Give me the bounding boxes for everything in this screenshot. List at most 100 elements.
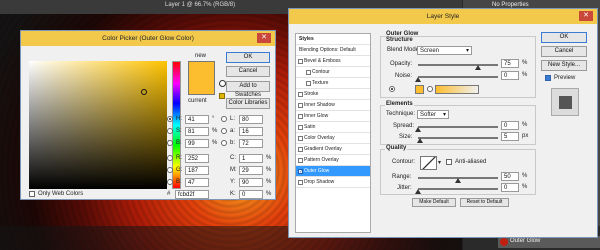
- range-slider-thumb[interactable]: [455, 178, 461, 183]
- reset-to-default-button[interactable]: Reset to Default: [460, 198, 509, 207]
- opacity-input[interactable]: 75: [501, 59, 519, 68]
- new-style-button[interactable]: New Style...: [541, 60, 587, 71]
- radio-r[interactable]: [167, 155, 173, 161]
- web-safe-cube-icon[interactable]: [219, 93, 225, 99]
- contour-dropdown-icon[interactable]: ▾: [438, 159, 441, 166]
- style-row[interactable]: Gradient Overlay: [296, 144, 370, 155]
- radio-h[interactable]: [167, 116, 173, 122]
- blue-input[interactable]: 47: [185, 178, 209, 187]
- style-row-label: Texture: [312, 80, 329, 86]
- lab-b-input[interactable]: 72: [239, 139, 263, 148]
- solid-color-radio[interactable]: [389, 86, 395, 92]
- b-input[interactable]: 99: [185, 139, 209, 148]
- style-checkbox[interactable]: [298, 167, 303, 178]
- color-cursor[interactable]: [141, 89, 147, 95]
- current-color-swatch[interactable]: [188, 78, 215, 95]
- style-row[interactable]: Bevel & Emboss: [296, 56, 370, 67]
- style-row[interactable]: Stroke: [296, 89, 370, 100]
- m-input[interactable]: 29: [239, 166, 263, 175]
- style-row[interactable]: Inner Glow: [296, 111, 370, 122]
- color-picker-ok-button[interactable]: OK: [226, 52, 270, 63]
- color-picker-cancel-button[interactable]: Cancel: [226, 66, 270, 77]
- style-row-label: Bevel & Emboss: [304, 58, 341, 64]
- a-input[interactable]: 16: [239, 127, 263, 136]
- style-checkbox[interactable]: [298, 158, 303, 163]
- spread-input[interactable]: 0: [501, 121, 519, 130]
- l-input[interactable]: 80: [239, 115, 263, 124]
- radio-g[interactable]: [167, 167, 173, 173]
- y-input[interactable]: 90: [239, 178, 263, 187]
- radio-a[interactable]: [221, 128, 227, 134]
- new-color-label: new: [195, 53, 207, 59]
- noise-input[interactable]: 0: [501, 71, 519, 80]
- make-default-button[interactable]: Make Default: [412, 198, 456, 207]
- blend-mode-select[interactable]: Screen: [417, 46, 472, 55]
- style-row[interactable]: Texture: [296, 78, 370, 89]
- style-checkbox[interactable]: [306, 81, 311, 86]
- color-libraries-button[interactable]: Color Libraries: [226, 98, 270, 109]
- layer-style-titlebar[interactable]: Layer Style: [289, 9, 597, 24]
- spread-slider[interactable]: [418, 126, 498, 128]
- range-input[interactable]: 50: [501, 172, 519, 181]
- size-slider-thumb[interactable]: [417, 138, 423, 143]
- radio-lab-b[interactable]: [221, 140, 227, 146]
- styles-header[interactable]: Styles: [296, 34, 370, 45]
- hex-input[interactable]: fcbd2f: [175, 190, 209, 199]
- only-web-colors-checkbox[interactable]: [29, 191, 35, 197]
- contour-preview[interactable]: [420, 156, 437, 170]
- style-checkbox[interactable]: [298, 136, 303, 141]
- style-row[interactable]: Outer Glow: [296, 166, 370, 178]
- radio-l[interactable]: [221, 116, 227, 122]
- layer-style-close-button[interactable]: ✕: [579, 11, 593, 21]
- saturation-brightness-field[interactable]: [29, 61, 167, 189]
- gradient-radio[interactable]: [427, 86, 433, 92]
- style-row[interactable]: Satin: [296, 122, 370, 133]
- size-slider[interactable]: [418, 137, 498, 139]
- opacity-slider[interactable]: [418, 64, 498, 66]
- style-row[interactable]: Color Overlay: [296, 133, 370, 144]
- layer-style-ok-button[interactable]: OK: [541, 32, 587, 43]
- size-label: Size:: [399, 134, 413, 140]
- style-row[interactable]: Contour: [296, 67, 370, 78]
- jitter-slider-thumb[interactable]: [415, 189, 421, 194]
- jitter-slider[interactable]: [418, 188, 498, 190]
- style-checkbox[interactable]: [298, 180, 303, 185]
- noise-slider-thumb[interactable]: [415, 77, 421, 82]
- style-checkbox[interactable]: [306, 70, 311, 75]
- k-input[interactable]: 0: [239, 190, 263, 199]
- g-input[interactable]: 187: [185, 166, 209, 175]
- color-picker-close-button[interactable]: ✕: [257, 33, 271, 43]
- c-input[interactable]: 1: [239, 154, 263, 163]
- glow-color-swatch[interactable]: [415, 85, 424, 94]
- noise-slider[interactable]: [418, 76, 498, 78]
- style-checkbox[interactable]: [298, 125, 303, 130]
- radio-b[interactable]: [167, 140, 173, 146]
- anti-aliased-checkbox[interactable]: [446, 159, 452, 165]
- style-checkbox[interactable]: [298, 92, 303, 97]
- document-tab[interactable]: Layer 1 @ 66.7% (RGB/8): [165, 2, 235, 8]
- style-row[interactable]: Pattern Overlay: [296, 155, 370, 166]
- radio-blue[interactable]: [167, 179, 173, 185]
- out-of-gamut-warning-icon[interactable]: [219, 80, 226, 87]
- radio-s[interactable]: [167, 128, 173, 134]
- jitter-input[interactable]: 0: [501, 183, 519, 192]
- style-checkbox[interactable]: [298, 103, 303, 108]
- h-input[interactable]: 41: [185, 115, 209, 124]
- glow-gradient-swatch[interactable]: [435, 85, 479, 94]
- add-to-swatches-button[interactable]: Add to Swatches: [226, 81, 270, 98]
- style-checkbox[interactable]: [298, 147, 303, 152]
- preview-checkbox[interactable]: [545, 75, 551, 81]
- color-picker-titlebar[interactable]: Color Picker (Outer Glow Color): [21, 31, 275, 46]
- spread-slider-thumb[interactable]: [415, 127, 421, 132]
- style-row[interactable]: Blending Options: Default: [296, 45, 370, 56]
- layer-style-cancel-button[interactable]: Cancel: [541, 46, 587, 57]
- r-input[interactable]: 252: [185, 154, 209, 163]
- opacity-slider-thumb[interactable]: [475, 65, 481, 70]
- technique-select[interactable]: Softer: [417, 110, 449, 119]
- size-input[interactable]: 5: [501, 132, 519, 141]
- style-row[interactable]: Inner Shadow: [296, 100, 370, 111]
- style-checkbox[interactable]: [298, 114, 303, 119]
- style-row[interactable]: Drop Shadow: [296, 177, 370, 188]
- style-checkbox[interactable]: [298, 59, 303, 64]
- s-input[interactable]: 81: [185, 127, 209, 136]
